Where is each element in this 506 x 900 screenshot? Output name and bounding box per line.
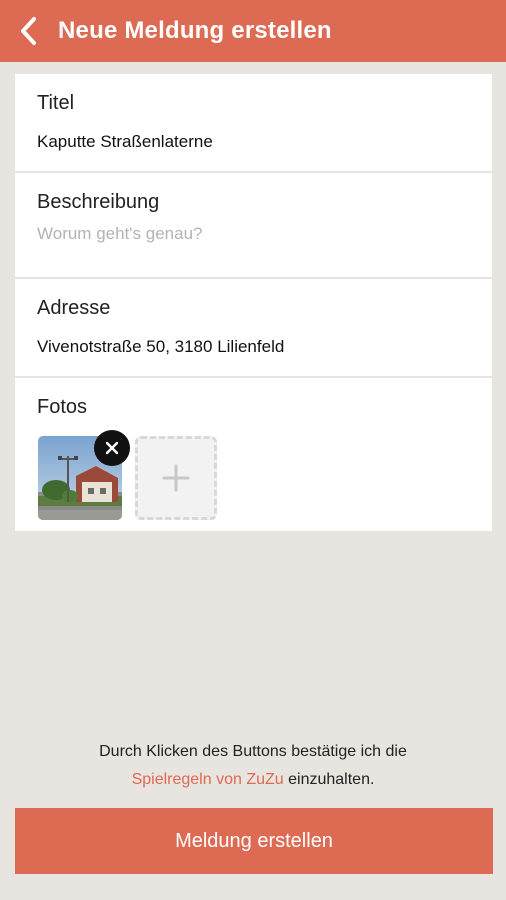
title-input[interactable]: Kaputte Straßenlaterne	[37, 132, 213, 152]
description-input[interactable]: Worum geht's genau?	[37, 224, 202, 244]
app-bar: Neue Meldung erstellen	[0, 0, 506, 62]
terms-line-1: Durch Klicken des Buttons bestätige ich …	[99, 743, 407, 760]
remove-photo-button[interactable]	[94, 430, 130, 466]
add-photo-button[interactable]	[135, 436, 217, 520]
back-button[interactable]	[0, 0, 58, 62]
terms-suffix: einzuhalten.	[283, 771, 375, 788]
title-field[interactable]: Titel Kaputte Straßenlaterne	[15, 74, 492, 171]
close-icon	[105, 441, 119, 455]
address-label: Adresse	[37, 297, 111, 319]
chevron-left-icon	[21, 17, 36, 45]
terms-link[interactable]: Spielregeln von ZuZu	[132, 771, 284, 788]
photos-field: Fotos	[15, 378, 492, 531]
address-input[interactable]: Vivenotstraße 50, 3180 Lilienfeld	[37, 337, 284, 357]
plus-icon	[162, 464, 190, 492]
terms-line-2: Spielregeln von ZuZu einzuhalten.	[0, 766, 506, 794]
submit-button[interactable]: Meldung erstellen	[15, 808, 493, 874]
address-field[interactable]: Adresse Vivenotstraße 50, 3180 Lilienfel…	[15, 279, 492, 376]
photos-label: Fotos	[37, 396, 88, 418]
page-title: Neue Meldung erstellen	[58, 17, 332, 44]
terms-notice: Durch Klicken des Buttons bestätige ich …	[0, 738, 506, 794]
description-field[interactable]: Beschreibung Worum geht's genau?	[15, 173, 492, 277]
title-label: Titel	[37, 92, 75, 114]
description-label: Beschreibung	[37, 191, 160, 213]
